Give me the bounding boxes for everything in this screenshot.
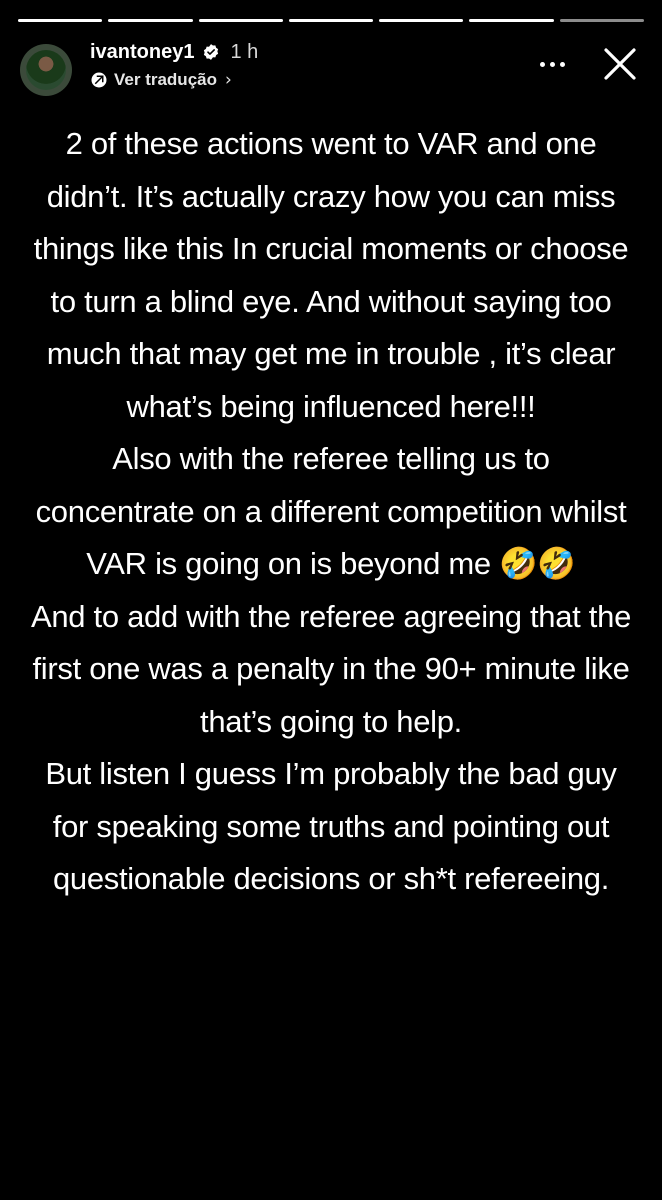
story-paragraph: But listen I guess I’m probably the bad … (45, 756, 617, 896)
story-paragraph: Also with the referee telling us to conc… (35, 441, 627, 581)
post-time: 1 h (230, 40, 259, 63)
progress-segment (18, 19, 103, 22)
close-icon[interactable] (598, 42, 642, 86)
story-progress-bar (18, 19, 644, 22)
story-paragraph: 2 of these actions went to VAR and one d… (33, 126, 629, 424)
progress-segment (469, 19, 554, 22)
see-translation-label: Ver tradução (114, 70, 217, 89)
username[interactable]: ivantoney1 (90, 41, 194, 64)
progress-segment-current (559, 19, 644, 22)
username-row: ivantoney1 1 h (90, 38, 258, 66)
verified-badge-icon (204, 44, 219, 60)
see-translation-link[interactable]: Ver tradução › (90, 68, 232, 92)
translate-icon (91, 72, 107, 88)
chevron-right-icon: › (225, 70, 232, 90)
avatar[interactable] (20, 44, 72, 96)
more-options-icon[interactable] (532, 52, 572, 76)
story-header: ivantoney1 1 h Ver tradução › (20, 38, 642, 98)
progress-segment (288, 19, 374, 22)
story-paragraph: And to add with the referee agreeing tha… (30, 598, 632, 739)
progress-segment (379, 19, 464, 22)
story-text: 2 of these actions went to VAR and one d… (30, 118, 632, 906)
progress-segment (108, 19, 193, 22)
progress-segment (198, 19, 283, 22)
